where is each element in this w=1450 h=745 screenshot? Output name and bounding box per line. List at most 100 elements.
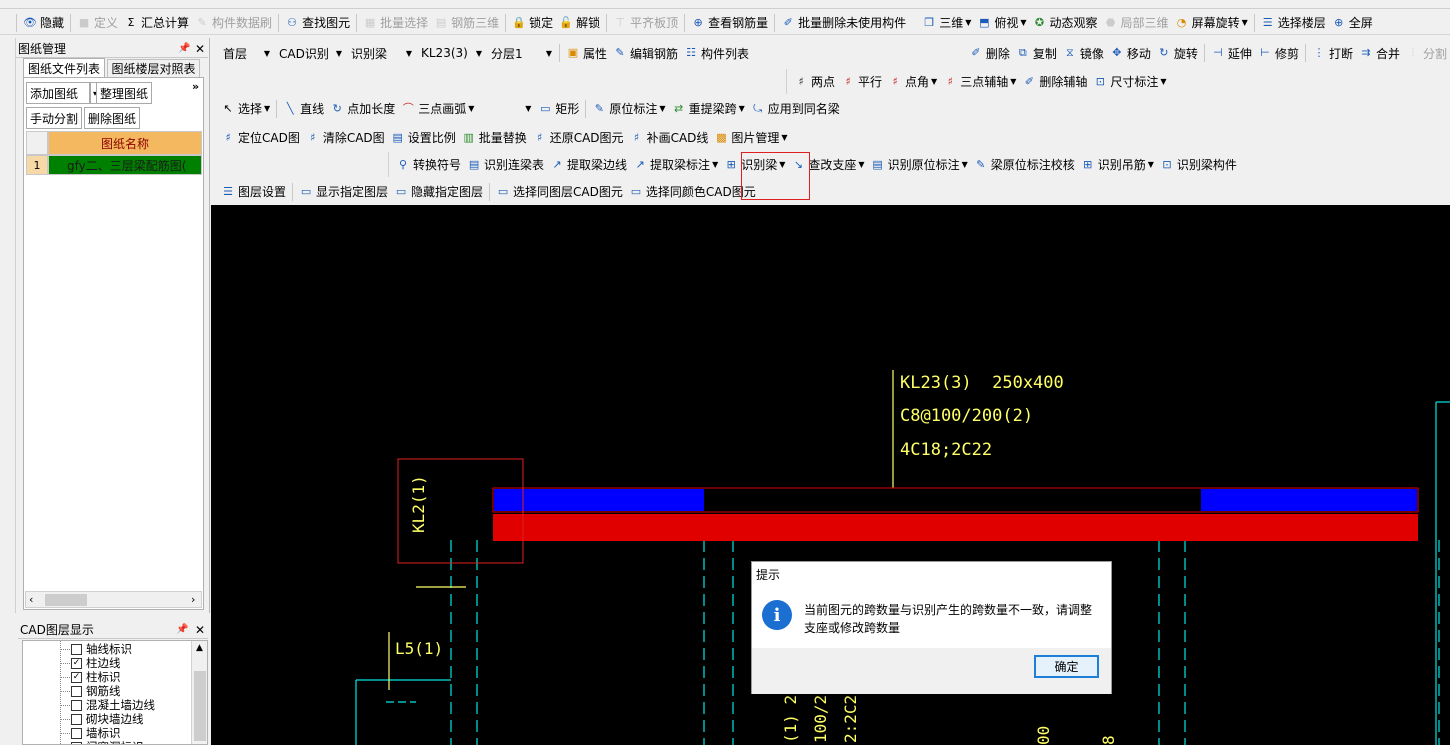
- sigma-button[interactable]: Σ 汇总计算: [121, 12, 192, 34]
- copy-button[interactable]: ⧉ 复制: [1013, 42, 1060, 64]
- list-item[interactable]: 门窗洞标识: [61, 740, 155, 744]
- beam-table-button[interactable]: ▤ 识别连梁表: [464, 154, 547, 176]
- restore-cad-button[interactable]: ♯ 还原CAD图元: [530, 127, 627, 149]
- zoom-full-button[interactable]: ⊕ 全屏: [1329, 12, 1376, 34]
- recognize-beam-select[interactable]: 识别梁 ▼: [346, 43, 416, 63]
- hanger-rebar-button[interactable]: ⊞ 识别吊筋 ▼: [1078, 154, 1157, 176]
- layer-select[interactable]: 分层1 ▼: [486, 43, 556, 63]
- vertical-scrollbar[interactable]: ▲: [191, 641, 207, 744]
- list-item[interactable]: ✓ 柱边线: [61, 656, 155, 670]
- align-top-button[interactable]: ⊤ 平齐板顶: [610, 12, 681, 34]
- redo-span-tool[interactable]: ⇄ 重提梁跨 ▼: [669, 98, 748, 120]
- drawing-tab-files[interactable]: 图纸文件列表: [23, 58, 105, 77]
- add-drawing-button[interactable]: 添加图纸: [26, 82, 90, 104]
- floor-select[interactable]: 首层 ▼: [218, 43, 274, 63]
- table-row[interactable]: gfy二、三层梁配筋图(: [48, 155, 202, 175]
- select-same-color-button[interactable]: ▭ 选择同颜色CAD图元: [626, 181, 759, 203]
- orbit-button[interactable]: ✪ 动态观察: [1030, 12, 1101, 34]
- move-button[interactable]: ✥ 移动: [1107, 42, 1154, 64]
- lock-button[interactable]: 🔒 锁定: [509, 12, 556, 34]
- batch-replace-button[interactable]: ▥ 批量替换: [459, 127, 530, 149]
- recognize-origin-button[interactable]: ▤ 识别原位标注 ▼: [868, 154, 971, 176]
- layer-checkbox[interactable]: [71, 713, 82, 725]
- parallel-axis-button[interactable]: ♯ 平行: [838, 71, 885, 93]
- support-button[interactable]: ↘ 查改支座 ▼: [788, 154, 867, 176]
- close-icon[interactable]: ✕: [195, 623, 205, 637]
- cube-button[interactable]: ❒ 三维 ▼: [919, 12, 974, 34]
- rotate-button[interactable]: ↻ 旋转: [1154, 42, 1201, 64]
- list-item[interactable]: 混凝土墙边线: [61, 698, 155, 712]
- arc-option-select[interactable]: ▼: [481, 98, 536, 119]
- scale-button[interactable]: ▤ 设置比例: [388, 127, 459, 149]
- locate-cad-button[interactable]: ♯ 定位CAD图: [218, 127, 303, 149]
- eye-button[interactable]: 👁 隐藏: [20, 12, 67, 34]
- recognize-beam-component-button[interactable]: ⊡ 识别梁构件: [1157, 154, 1240, 176]
- check-origin-button[interactable]: ✎ 梁原位标注校核: [971, 154, 1078, 176]
- layer-checkbox[interactable]: [71, 727, 82, 739]
- show-layer-button[interactable]: ▭ 显示指定图层: [296, 181, 391, 203]
- layer-checkbox[interactable]: [71, 699, 82, 711]
- drawing-tab-floor-map[interactable]: 图纸楼层对照表: [107, 59, 200, 77]
- layer-checkbox[interactable]: [71, 643, 82, 655]
- dimension-button[interactable]: ⊡ 尺寸标注 ▼: [1090, 71, 1169, 93]
- scroll-left-icon[interactable]: ‹: [29, 593, 33, 606]
- recognize-beam-button[interactable]: ⊞ 识别梁 ▼: [721, 154, 788, 176]
- draw-cad-line-button[interactable]: ♯ 补画CAD线: [627, 127, 712, 149]
- arc-tool[interactable]: ⌒ 三点画弧 ▼: [398, 98, 477, 120]
- select-tool[interactable]: ↖ 选择 ▼: [218, 98, 273, 120]
- property-button[interactable]: ▣ 属性: [563, 42, 610, 64]
- delete-button[interactable]: ✐ 删除: [966, 42, 1013, 64]
- ok-button[interactable]: 确定: [1034, 655, 1099, 678]
- screen-rotate-button[interactable]: ◔ 屏幕旋转 ▼: [1172, 12, 1251, 34]
- rect-tool[interactable]: ▭ 矩形: [535, 98, 582, 120]
- rebar-3d-button[interactable]: ▤ 钢筋三维: [431, 12, 502, 34]
- list-item[interactable]: 轴线标识: [61, 642, 155, 656]
- delete-drawing-button[interactable]: 删除图纸: [84, 107, 140, 129]
- layer-checkbox[interactable]: ✓: [71, 657, 82, 669]
- point-length-tool[interactable]: ↻ 点加长度: [327, 98, 398, 120]
- list-item[interactable]: ✓ 柱标识: [61, 670, 155, 684]
- hide-layer-button[interactable]: ▭ 隐藏指定图层: [391, 181, 486, 203]
- merge-button[interactable]: ⇉ 合并: [1356, 42, 1403, 64]
- image-manage-button[interactable]: ▩ 图片管理 ▼: [711, 127, 790, 149]
- batch-delete-button[interactable]: ✐ 批量删除未使用构件: [778, 12, 909, 34]
- three-point-axis-button[interactable]: ♯ 三点辅轴 ▼: [940, 71, 1019, 93]
- drawing-hscrollbar[interactable]: ‹ ›: [25, 591, 202, 608]
- list-item[interactable]: 砌块墙边线: [61, 712, 155, 726]
- layer-settings-button[interactable]: ☰ 图层设置: [218, 181, 289, 203]
- component-select[interactable]: KL23(3) ▼: [416, 43, 486, 63]
- cad-recognize-select[interactable]: CAD识别 ▼: [274, 43, 346, 63]
- layer-checkbox[interactable]: ✓: [71, 671, 82, 683]
- brush-button[interactable]: ✎ 构件数据刷: [192, 12, 275, 34]
- delete-axis-button[interactable]: ✐ 删除辅轴: [1019, 71, 1090, 93]
- apply-same-beam-tool[interactable]: ⤿ 应用到同名梁: [748, 98, 843, 120]
- scroll-up-icon[interactable]: ▲: [196, 643, 203, 653]
- binoculars-button[interactable]: ⚇ 查找图元: [282, 12, 353, 34]
- define-button[interactable]: ■ 定义: [74, 12, 121, 34]
- two-point-axis-button[interactable]: ♯ 两点: [791, 71, 838, 93]
- layer-checkbox[interactable]: [71, 741, 82, 744]
- split-button[interactable]: ⫶ 分割: [1403, 42, 1450, 64]
- edit-rebar-button[interactable]: ✎ 编辑钢筋: [610, 42, 681, 64]
- view-rebar-button[interactable]: ⊕ 查看钢筋量: [688, 12, 771, 34]
- batch-select-button[interactable]: ▦ 批量选择: [360, 12, 431, 34]
- clear-cad-button[interactable]: ♯ 清除CAD图: [303, 127, 388, 149]
- component-list-button[interactable]: ☷ 构件列表: [681, 42, 752, 64]
- local-3d-button[interactable]: ⬣ 局部三维: [1101, 12, 1172, 34]
- extend-button[interactable]: ⊣ 延伸: [1208, 42, 1255, 64]
- list-item[interactable]: 墙标识: [61, 726, 155, 740]
- organize-drawing-button[interactable]: 整理图纸: [96, 82, 152, 104]
- mirror-button[interactable]: ⧖ 镜像: [1060, 42, 1107, 64]
- expand-chevron-icon[interactable]: »: [192, 80, 199, 93]
- manual-split-button[interactable]: 手动分割: [26, 107, 82, 129]
- break-button[interactable]: ⋮ 打断: [1309, 42, 1356, 64]
- unlock-button[interactable]: 🔓 解锁: [556, 12, 603, 34]
- scroll-right-icon[interactable]: ›: [191, 593, 195, 606]
- top-view-button[interactable]: ⬒ 俯视 ▼: [974, 12, 1029, 34]
- pin-icon[interactable]: 📌: [178, 43, 190, 54]
- extract-beam-label-button[interactable]: ↗ 提取梁标注 ▼: [630, 154, 721, 176]
- layer-checkbox[interactable]: [71, 685, 82, 697]
- convert-symbol-button[interactable]: ⚲ 转换符号: [393, 154, 464, 176]
- point-angle-button[interactable]: ♯ 点角 ▼: [885, 71, 940, 93]
- extract-beam-edge-button[interactable]: ↗ 提取梁边线: [547, 154, 630, 176]
